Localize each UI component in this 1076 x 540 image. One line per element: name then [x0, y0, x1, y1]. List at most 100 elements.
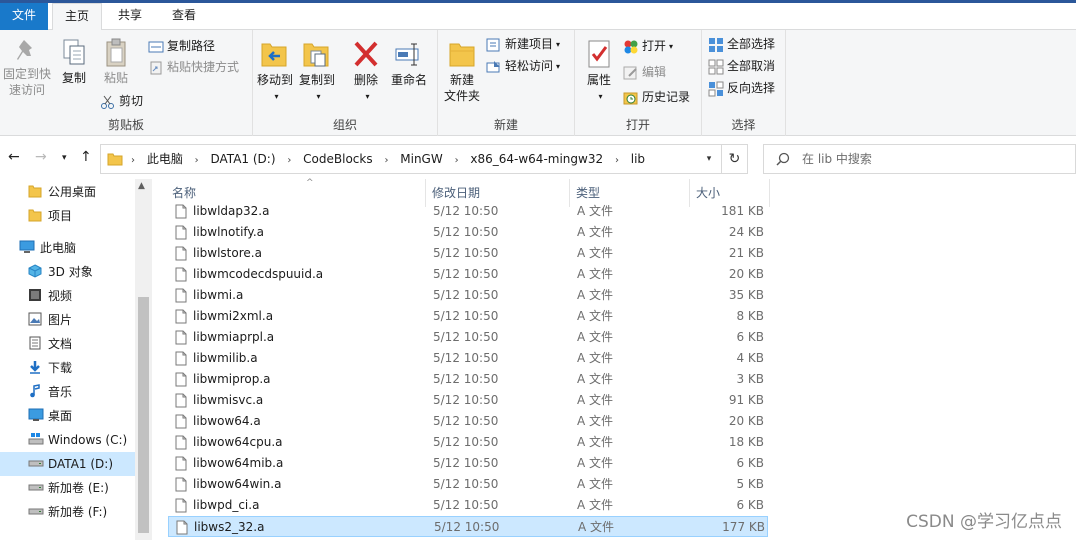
breadcrumb-item[interactable]: MinGW — [396, 145, 446, 173]
nav-scrollbar[interactable]: ▲ — [135, 179, 152, 540]
file-size: 35 KB — [728, 288, 764, 302]
copy-to-label: 复制到 — [298, 73, 335, 87]
copy-to-button[interactable]: 复制到 ▾ — [297, 38, 337, 105]
recent-locations-chevron-icon[interactable]: ▾ — [62, 153, 67, 163]
tab-view[interactable]: 查看 — [160, 3, 208, 30]
nav-item-this-pc[interactable]: 此电脑 — [0, 236, 135, 260]
paste-shortcut-button[interactable]: 粘贴快捷方式 — [148, 57, 239, 77]
nav-item-music[interactable]: 音乐 — [0, 380, 135, 404]
tab-share[interactable]: 共享 — [106, 3, 154, 30]
navigation-pane: 公用桌面 项目 此电脑 3D 对象 视频 图片 文档 下载 音乐 桌面 Wind… — [0, 179, 152, 540]
easy-access-button[interactable]: 轻松访问 ▾ — [486, 56, 560, 76]
chevron-right-icon[interactable]: › — [191, 147, 203, 175]
new-folder-button[interactable]: 新建 文件夹 — [442, 38, 482, 104]
table-row[interactable]: libwmiaprpl.a 5/12 10:50 A 文件 6 KB — [168, 327, 768, 348]
folder-icon — [28, 209, 42, 222]
copy-path-button[interactable]: 复制路径 — [148, 36, 215, 56]
file-icon — [175, 372, 187, 387]
pin-label-line2: 速访问 — [8, 83, 45, 97]
nav-item-videos[interactable]: 视频 — [0, 284, 135, 308]
select-all-button[interactable]: 全部选择 — [708, 34, 775, 54]
nav-item-pictures[interactable]: 图片 — [0, 308, 135, 332]
nav-item-desktop[interactable]: 桌面 — [0, 404, 135, 428]
computer-icon — [19, 240, 35, 253]
back-arrow-icon[interactable]: ← — [8, 149, 20, 165]
table-row[interactable]: libwpd_ci.a 5/12 10:50 A 文件 6 KB — [168, 495, 768, 516]
delete-caret-icon: ▾ — [365, 91, 370, 101]
table-row[interactable]: libwmcodecdspuuid.a 5/12 10:50 A 文件 20 KB — [168, 264, 768, 285]
move-to-button[interactable]: 移动到 ▾ — [255, 38, 295, 105]
breadcrumb-item[interactable]: x86_64-w64-mingw32 — [466, 145, 607, 173]
tab-file[interactable]: 文件 — [0, 3, 48, 30]
table-row[interactable]: libwmi.a 5/12 10:50 A 文件 35 KB — [168, 285, 768, 306]
address-bar[interactable]: › 此电脑 › DATA1 (D:) › CodeBlocks › MinGW … — [100, 144, 748, 174]
nav-item-project[interactable]: 项目 — [0, 204, 135, 228]
table-row[interactable]: libwldap32.a 5/12 10:50 A 文件 181 KB — [168, 201, 768, 222]
tab-home[interactable]: 主页 — [52, 3, 102, 31]
breadcrumb-item[interactable]: lib — [627, 145, 649, 173]
search-input[interactable] — [802, 150, 1062, 168]
edit-button[interactable]: 编辑 — [623, 62, 666, 82]
chevron-right-icon[interactable]: › — [611, 147, 623, 175]
table-row[interactable]: libwmiprop.a 5/12 10:50 A 文件 3 KB — [168, 369, 768, 390]
new-group-label: 新建 — [493, 118, 518, 132]
file-size: 6 KB — [736, 330, 764, 344]
table-row[interactable]: libwlnotify.a 5/12 10:50 A 文件 24 KB — [168, 222, 768, 243]
table-row[interactable]: libws2_32.a 5/12 10:50 A 文件 177 KB — [168, 516, 768, 537]
refresh-icon[interactable]: ↻ — [721, 145, 747, 173]
properties-button[interactable]: 属性 ▾ — [581, 38, 617, 105]
nav-item-downloads[interactable]: 下载 — [0, 356, 135, 380]
file-date: 5/12 10:50 — [433, 393, 499, 407]
nav-item-windows-c[interactable]: Windows (C:) — [0, 428, 135, 452]
nav-item-label: 音乐 — [48, 385, 73, 399]
address-dropdown-chevron-icon[interactable]: ▾ — [699, 145, 719, 173]
nav-item-data1-d[interactable]: DATA1 (D:) — [0, 452, 135, 476]
table-row[interactable]: libwow64mib.a 5/12 10:50 A 文件 6 KB — [168, 453, 768, 474]
nav-item-documents[interactable]: 文档 — [0, 332, 135, 356]
download-icon — [30, 361, 40, 374]
nav-item-public-desktop[interactable]: 公用桌面 — [0, 180, 135, 204]
file-name: libwmiprop.a — [193, 372, 271, 386]
breadcrumb-item[interactable]: 此电脑 — [143, 145, 187, 173]
chevron-right-icon[interactable]: › — [127, 147, 139, 175]
nav-item-3d-objects[interactable]: 3D 对象 — [0, 260, 135, 284]
new-item-button[interactable]: 新建项目 ▾ — [486, 34, 560, 54]
table-row[interactable]: libwlstore.a 5/12 10:50 A 文件 21 KB — [168, 243, 768, 264]
cut-button[interactable]: 剪切 — [100, 91, 143, 111]
chevron-right-icon[interactable]: › — [380, 147, 392, 175]
file-size: 4 KB — [736, 351, 764, 365]
clipboard-group: 固定到快 速访问 复制 粘贴 复制路径 粘贴快捷方式 剪切 剪贴板 — [0, 30, 253, 136]
forward-arrow-icon[interactable]: → — [35, 149, 47, 165]
nav-item-volume-e[interactable]: 新加卷 (E:) — [0, 476, 135, 500]
invert-selection-icon — [708, 81, 724, 96]
table-row[interactable]: libwmi2xml.a 5/12 10:50 A 文件 8 KB — [168, 306, 768, 327]
open-button[interactable]: 打开 ▾ — [623, 36, 673, 56]
paste-button[interactable]: 粘贴 — [98, 38, 134, 86]
chevron-right-icon[interactable]: › — [451, 147, 463, 175]
scroll-up-arrow-icon[interactable]: ▲ — [138, 181, 145, 191]
up-arrow-icon[interactable]: ↑ — [80, 149, 92, 165]
table-row[interactable]: libwmisvc.a 5/12 10:50 A 文件 91 KB — [168, 390, 768, 411]
rename-button[interactable]: 重命名 — [387, 38, 431, 88]
history-button[interactable]: 历史记录 — [623, 87, 690, 107]
pin-quick-access-button[interactable]: 固定到快 速访问 — [2, 38, 52, 98]
table-row[interactable]: libwow64cpu.a 5/12 10:50 A 文件 18 KB — [168, 432, 768, 453]
file-icon — [175, 204, 187, 219]
invert-selection-button[interactable]: 反向选择 — [708, 78, 775, 98]
nav-item-volume-f[interactable]: 新加卷 (F:) — [0, 500, 135, 524]
copy-button[interactable]: 复制 — [56, 38, 92, 86]
table-row[interactable]: libwow64win.a 5/12 10:50 A 文件 5 KB — [168, 474, 768, 495]
nav-scrollbar-thumb[interactable] — [138, 297, 149, 533]
select-none-button[interactable]: 全部取消 — [708, 56, 775, 76]
breadcrumb-item[interactable]: DATA1 (D:) — [207, 145, 280, 173]
table-row[interactable]: libwow64.a 5/12 10:50 A 文件 20 KB — [168, 411, 768, 432]
table-row[interactable]: libwmilib.a 5/12 10:50 A 文件 4 KB — [168, 348, 768, 369]
delete-button[interactable]: 删除 ▾ — [348, 38, 384, 105]
file-size: 5 KB — [736, 477, 764, 491]
file-date: 5/12 10:50 — [433, 498, 499, 512]
file-date: 5/12 10:50 — [434, 520, 500, 534]
chevron-right-icon[interactable]: › — [283, 147, 295, 175]
edit-label: 编辑 — [642, 65, 667, 79]
file-size: 21 KB — [728, 246, 764, 260]
file-size: 6 KB — [736, 456, 764, 470]
